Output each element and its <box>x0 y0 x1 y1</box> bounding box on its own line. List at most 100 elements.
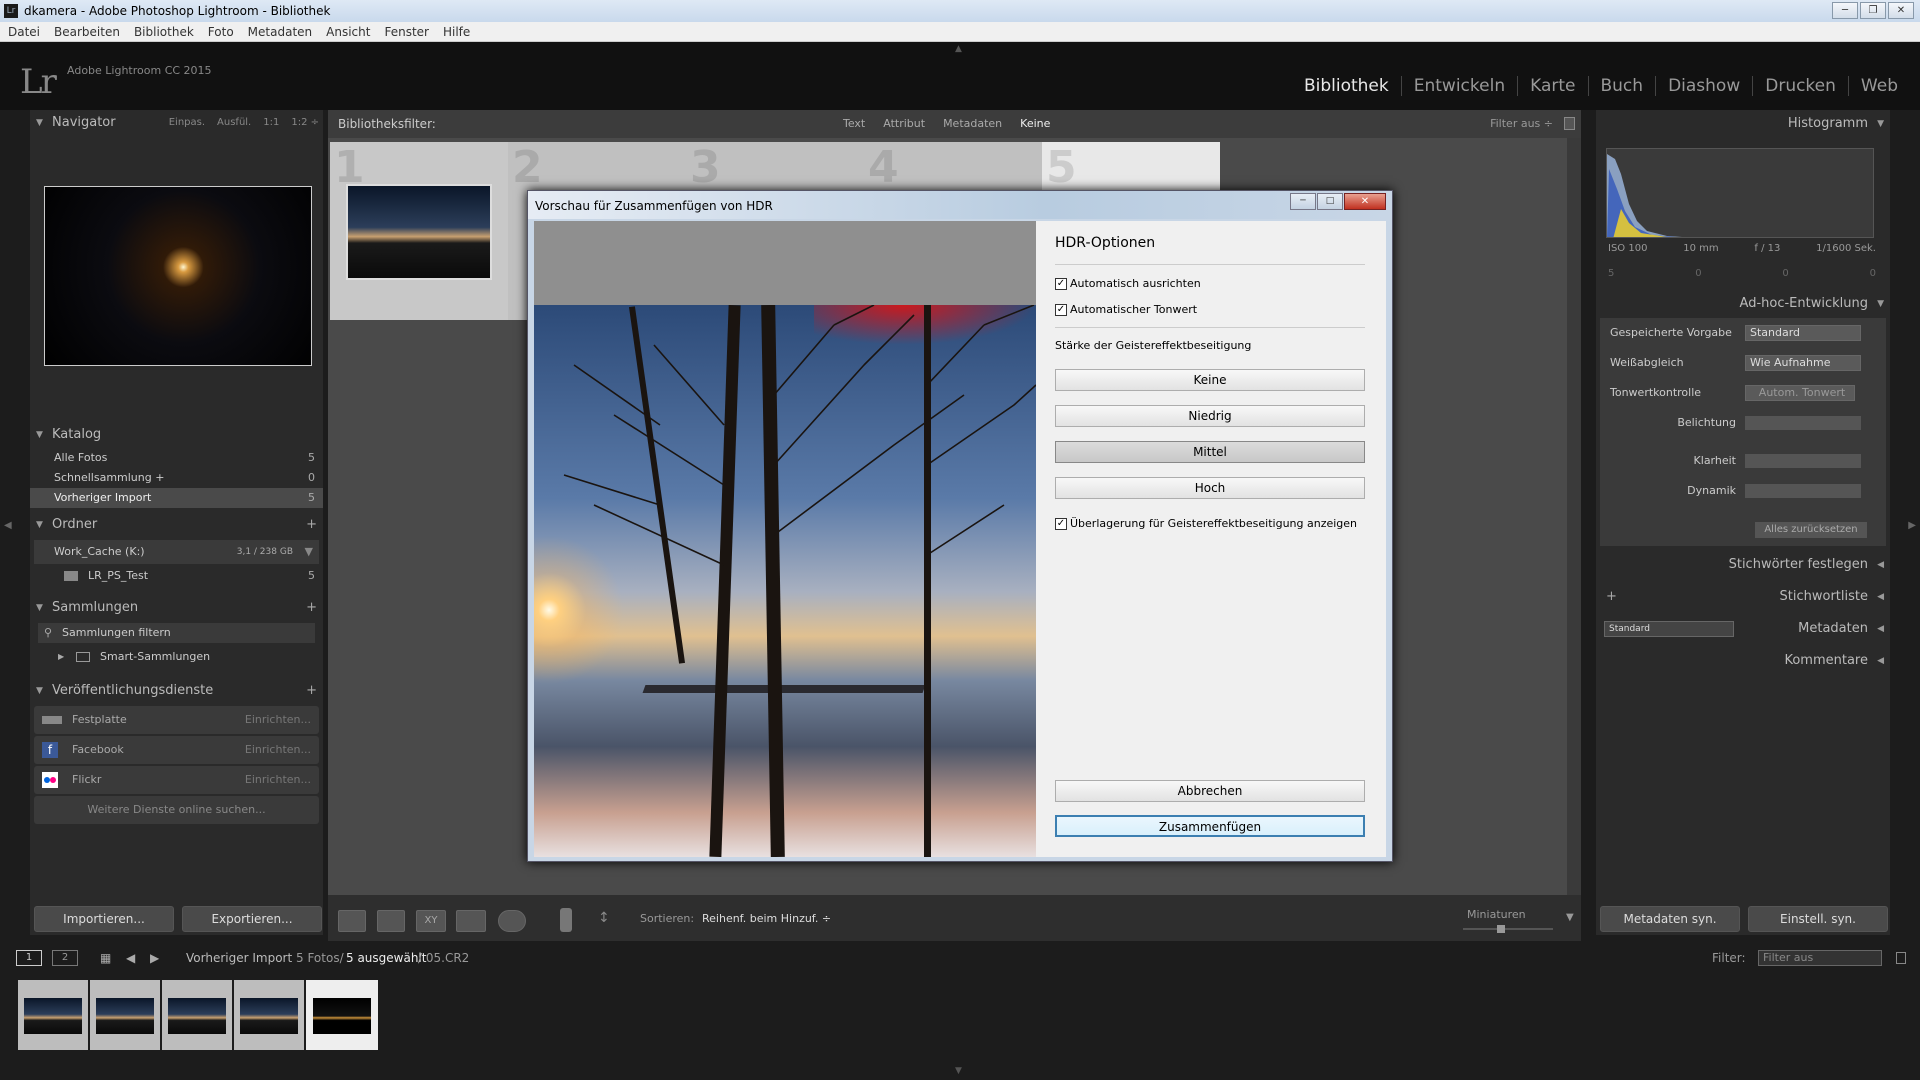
filmstrip-thumbnail[interactable] <box>240 998 298 1034</box>
volume-expand-icon[interactable]: ▼ <box>305 540 313 564</box>
module-buch[interactable]: Buch <box>1587 76 1656 96</box>
navigator-header[interactable]: Navigator Einpas. Ausfül. 1:1 1:2 ÷ <box>30 110 323 136</box>
grid-cell[interactable]: 1 <box>330 142 508 320</box>
menu-ansicht[interactable]: Ansicht <box>326 22 370 41</box>
publish-service-facebook[interactable]: f Facebook Einrichten... <box>34 736 319 764</box>
sync-settings-button[interactable]: Einstell. syn. <box>1748 906 1888 932</box>
add-folder-icon[interactable]: + <box>306 512 317 538</box>
comments-header[interactable]: Kommentare ◀ <box>1596 646 1890 676</box>
publish-service-hard-drive[interactable]: Festplatte Einrichten... <box>34 706 319 734</box>
add-publish-service-icon[interactable]: + <box>306 678 317 704</box>
cancel-button[interactable]: Abbrechen <box>1055 780 1365 802</box>
collections-header[interactable]: Sammlungen + <box>30 595 323 621</box>
navigator-preview[interactable] <box>44 186 312 366</box>
grid-scrollbar[interactable] <box>1567 138 1581 895</box>
filmstrip-thumbnail[interactable] <box>96 998 154 1034</box>
histogram-chart[interactable] <box>1606 148 1874 238</box>
catalog-item-previous-import[interactable]: Vorheriger Import 5 <box>30 488 323 508</box>
collapse-right-panel-icon[interactable]: ▶ <box>1908 520 1916 531</box>
thumbnail-size-slider[interactable] <box>1463 925 1553 933</box>
module-diashow[interactable]: Diashow <box>1655 76 1752 96</box>
folders-header[interactable]: Ordner + <box>30 512 323 538</box>
sync-metadata-button[interactable]: Metadaten syn. <box>1600 906 1740 932</box>
merge-button[interactable]: Zusammenfügen <box>1055 815 1365 837</box>
toolbar-options-icon[interactable]: ▼ <box>1566 912 1574 923</box>
import-button[interactable]: Importieren... <box>34 906 174 932</box>
catalog-header[interactable]: Katalog <box>30 422 323 448</box>
zoom-fit[interactable]: Einpas. <box>169 110 205 136</box>
zoom-fill[interactable]: Ausfül. <box>217 110 251 136</box>
catalog-item-all-photos[interactable]: Alle Fotos 5 <box>30 448 323 468</box>
auto-tone-button[interactable]: Autom. Tonwert <box>1745 385 1855 401</box>
compare-view-icon[interactable]: XY <box>416 910 446 932</box>
expand-arrow-icon[interactable]: ▶ <box>58 647 64 667</box>
quick-develop-header[interactable]: Ad-hoc-Entwicklung ▼ <box>1596 290 1890 318</box>
dialog-close-button[interactable]: ✕ <box>1344 193 1386 210</box>
maximize-button[interactable]: ❐ <box>1860 2 1886 19</box>
add-collection-icon[interactable]: + <box>306 595 317 621</box>
filmstrip-filter-select[interactable]: Filter aus <box>1758 950 1882 966</box>
menu-datei[interactable]: Datei <box>8 22 40 41</box>
filmstrip-filename[interactable]: / 05.CR2 <box>418 945 469 971</box>
module-entwickeln[interactable]: Entwickeln <box>1400 76 1517 96</box>
collapse-top-panel-icon[interactable]: ▲ <box>955 44 962 54</box>
second-window-button[interactable]: 2 <box>52 950 78 966</box>
collapse-filmstrip-icon[interactable]: ▼ <box>955 1066 962 1076</box>
service-setup-link[interactable]: Einrichten... <box>245 766 311 794</box>
collections-filter-input[interactable]: ⚲ Sammlungen filtern <box>38 623 315 643</box>
filter-attribute[interactable]: Attribut <box>883 110 925 138</box>
survey-view-icon[interactable] <box>456 910 486 932</box>
auto-align-checkbox[interactable]: ✓ <box>1055 278 1067 290</box>
zoom-1-2[interactable]: 1:2 ÷ <box>291 110 319 136</box>
painter-icon[interactable] <box>560 908 572 932</box>
filter-preset-select[interactable]: Filter aus ÷ <box>1490 110 1553 138</box>
deghost-medium-button[interactable]: Mittel <box>1055 441 1365 463</box>
collapse-left-panel-icon[interactable]: ◀ <box>4 520 12 531</box>
filmstrip-thumbnail[interactable] <box>24 998 82 1034</box>
catalog-item-quick-collection[interactable]: Schnellsammlung + 0 <box>30 468 323 488</box>
vibrance-stepper[interactable] <box>1745 484 1861 498</box>
forward-arrow-icon[interactable]: ▶ <box>150 945 159 971</box>
publish-header[interactable]: Veröffentlichungsdienste + <box>30 678 323 704</box>
dialog-minimize-button[interactable]: ─ <box>1290 193 1316 210</box>
menu-metadaten[interactable]: Metadaten <box>248 22 312 41</box>
back-arrow-icon[interactable]: ◀ <box>126 945 135 971</box>
filmstrip-cell[interactable] <box>90 980 160 1050</box>
filmstrip-cell[interactable] <box>306 980 378 1050</box>
exposure-stepper[interactable] <box>1745 416 1861 430</box>
module-drucken[interactable]: Drucken <box>1752 76 1848 96</box>
metadata-header[interactable]: Standard Metadaten ◀ <box>1596 614 1890 644</box>
filmstrip-thumbnail[interactable] <box>313 998 371 1034</box>
close-button[interactable]: ✕ <box>1888 2 1914 19</box>
volume-row[interactable]: Work_Cache (K:) 3,1 / 238 GB ▼ <box>34 540 319 564</box>
loupe-view-icon[interactable] <box>377 910 405 932</box>
deghost-none-button[interactable]: Keine <box>1055 369 1365 391</box>
clarity-stepper[interactable] <box>1745 454 1861 468</box>
saved-preset-select[interactable]: Standard <box>1745 325 1861 341</box>
service-setup-link[interactable]: Einrichten... <box>245 706 311 734</box>
white-balance-select[interactable]: Wie Aufnahme <box>1745 355 1861 371</box>
module-bibliothek[interactable]: Bibliothek <box>1292 76 1401 96</box>
filmstrip-cell[interactable] <box>162 980 232 1050</box>
filmstrip-thumbnail[interactable] <box>168 998 226 1034</box>
menu-fenster[interactable]: Fenster <box>384 22 429 41</box>
menu-bibliothek[interactable]: Bibliothek <box>134 22 194 41</box>
lock-icon[interactable] <box>1564 117 1575 130</box>
module-web[interactable]: Web <box>1847 76 1910 96</box>
folder-item[interactable]: LR_PS_Test 5 <box>30 566 323 586</box>
filmstrip-cell[interactable] <box>234 980 304 1050</box>
menu-foto[interactable]: Foto <box>208 22 234 41</box>
metadata-preset-select[interactable]: Standard <box>1604 621 1734 637</box>
deghost-low-button[interactable]: Niedrig <box>1055 405 1365 427</box>
menu-hilfe[interactable]: Hilfe <box>443 22 470 41</box>
filmstrip-cell[interactable] <box>18 980 88 1050</box>
keywording-header[interactable]: Stichwörter festlegen ◀ <box>1596 550 1890 580</box>
filter-text[interactable]: Text <box>843 110 865 138</box>
menu-bearbeiten[interactable]: Bearbeiten <box>54 22 120 41</box>
zoom-1-1[interactable]: 1:1 <box>263 110 279 136</box>
sort-select[interactable]: Reihenf. beim Hinzuf. ÷ <box>702 912 831 925</box>
minimize-button[interactable]: ─ <box>1832 2 1858 19</box>
dialog-maximize-button[interactable]: □ <box>1317 193 1343 210</box>
main-window-button[interactable]: 1 <box>16 950 42 966</box>
add-keyword-icon[interactable]: + <box>1606 582 1617 612</box>
